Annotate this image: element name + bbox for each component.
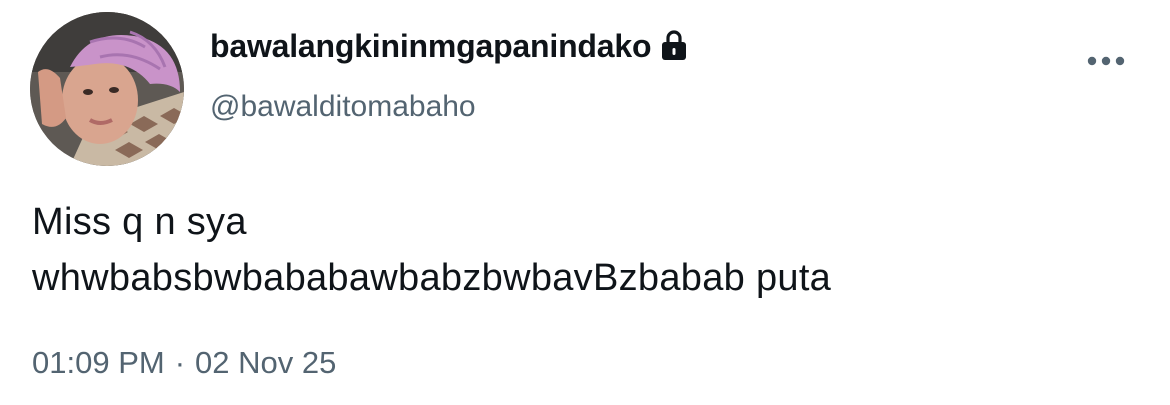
tweet-text-line: whwbabsbwbababawbabzbwbavBzbabab puta xyxy=(32,257,832,299)
display-name-row[interactable]: bawalangkininmgapanindako xyxy=(210,28,691,64)
meta-separator: · xyxy=(174,345,186,380)
tweet-card: bawalangkininmgapanindako @bawalditomaba… xyxy=(0,0,1170,405)
tweet-timestamp[interactable]: 01:09 PM · 02 Nov 25 xyxy=(32,345,336,381)
tweet-text: Miss q n sya whwbabsbwbababawbabzbwbavBz… xyxy=(32,194,1132,306)
display-name[interactable]: bawalangkininmgapanindako xyxy=(210,28,652,64)
tweet-date[interactable]: 02 Nov 25 xyxy=(195,345,336,380)
user-handle[interactable]: @bawalditomabaho xyxy=(210,90,476,124)
tweet-time[interactable]: 01:09 PM xyxy=(32,345,165,380)
profile-photo xyxy=(30,12,184,166)
more-horizontal-icon[interactable] xyxy=(1084,48,1128,74)
lock-icon xyxy=(662,30,687,60)
tweet-text-line: Miss q n sya xyxy=(32,201,247,243)
avatar[interactable] xyxy=(30,12,184,166)
